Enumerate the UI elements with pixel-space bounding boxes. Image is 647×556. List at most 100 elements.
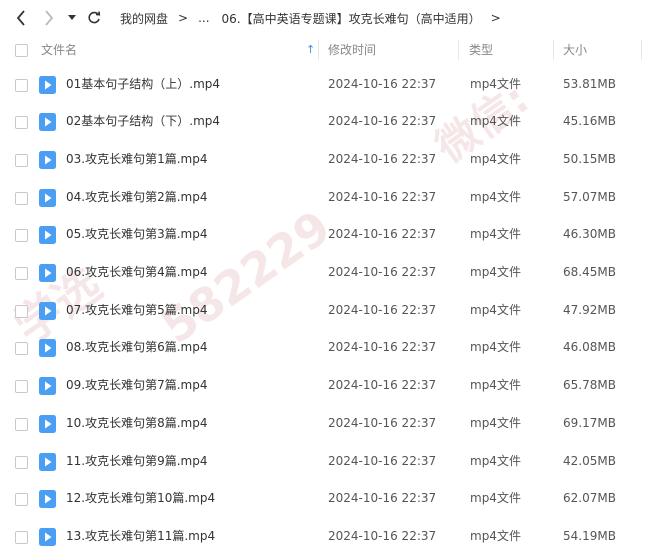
file-row[interactable]: 12.攻克长难句第10篇.mp4 2024-10-16 22:37 mp4文件 62.… (0, 480, 647, 518)
video-file-icon (39, 188, 56, 207)
file-name[interactable]: 03.攻克长难句第1篇.mp4 (66, 141, 207, 179)
file-row[interactable]: 11.攻克长难句第9篇.mp4 2024-10-16 22:37 mp4文件 42.0… (0, 443, 647, 481)
column-divider[interactable] (318, 40, 319, 60)
file-modified: 2024-10-16 22:37 (328, 189, 437, 204)
file-size: 47.92MB (563, 302, 616, 317)
file-name[interactable]: 02基本句子结构（下）.mp4 (66, 103, 220, 141)
file-checkbox[interactable] (15, 153, 28, 167)
caret-down-icon (68, 15, 76, 20)
file-size: 62.07MB (563, 491, 616, 506)
file-name[interactable]: 05.攻克长难句第3篇.mp4 (66, 216, 207, 254)
chevron-right-icon (45, 10, 54, 26)
file-type: mp4文件 (470, 378, 521, 393)
file-type: mp4文件 (470, 453, 521, 468)
file-size: 65.78MB (563, 378, 616, 393)
breadcrumb: 我的网盘 > ... 06.【高中英语专题课】攻克长难句（高中适用） > (120, 0, 511, 36)
file-type: mp4文件 (470, 415, 521, 430)
column-divider[interactable] (641, 40, 642, 60)
back-button[interactable] (12, 8, 30, 28)
file-size: 45.16MB (563, 114, 616, 129)
file-checkbox[interactable] (15, 417, 28, 431)
file-row[interactable]: 10.攻克长难句第8篇.mp4 2024-10-16 22:37 mp4文件 69.1… (0, 405, 647, 443)
file-name[interactable]: 09.攻克长难句第7篇.mp4 (66, 367, 207, 405)
file-modified: 2024-10-16 22:37 (328, 227, 437, 242)
file-checkbox[interactable] (15, 78, 28, 92)
file-checkbox[interactable] (15, 493, 28, 507)
file-name[interactable]: 06.攻克长难句第4篇.mp4 (66, 254, 207, 292)
breadcrumb-current[interactable]: 06.【高中英语专题课】攻克长难句（高中适用） (222, 10, 481, 27)
file-modified: 2024-10-16 22:37 (328, 76, 437, 91)
file-checkbox[interactable] (15, 342, 28, 356)
column-name[interactable]: 文件名 (41, 36, 77, 64)
file-checkbox[interactable] (15, 116, 28, 130)
column-size[interactable]: 大小 (563, 36, 587, 64)
file-modified: 2024-10-16 22:37 (328, 265, 437, 279)
file-modified: 2024-10-16 22:37 (328, 114, 437, 129)
file-checkbox[interactable] (15, 229, 28, 243)
file-row[interactable]: 03.攻克长难句第1篇.mp4 2024-10-16 22:37 mp4文件 50.1… (0, 141, 647, 179)
video-file-icon (39, 452, 56, 471)
file-size: 50.15MB (563, 151, 616, 166)
file-type: mp4文件 (470, 491, 521, 506)
file-row[interactable]: 04.攻克长难句第2篇.mp4 2024-10-16 22:37 mp4文件 57.0… (0, 179, 647, 217)
video-file-icon (39, 414, 56, 433)
file-size: 53.81MB (563, 76, 616, 91)
file-modified: 2024-10-16 22:37 (328, 340, 437, 355)
refresh-button[interactable] (86, 8, 102, 28)
file-row[interactable]: 01基本句子结构（上）.mp4 2024-10-16 22:37 mp4文件 53.8… (0, 66, 647, 104)
file-type: mp4文件 (470, 114, 521, 129)
file-row[interactable]: 07.攻克长难句第5篇.mp4 2024-10-16 22:37 mp4文件 47.9… (0, 292, 647, 330)
file-checkbox[interactable] (15, 380, 28, 394)
file-modified: 2024-10-16 22:37 (328, 415, 437, 430)
file-name[interactable]: 04.攻克长难句第2篇.mp4 (66, 179, 207, 217)
file-type: mp4文件 (470, 340, 521, 355)
file-name[interactable]: 12.攻克长难句第10篇.mp4 (66, 480, 215, 518)
file-checkbox[interactable] (15, 530, 28, 544)
file-size: 46.30MB (563, 227, 616, 242)
column-type[interactable]: 类型 (469, 36, 493, 64)
file-size: 57.07MB (563, 189, 616, 204)
file-checkbox[interactable] (15, 455, 28, 469)
video-file-icon (39, 377, 56, 396)
breadcrumb-root[interactable]: 我的网盘 (120, 10, 168, 27)
file-checkbox[interactable] (15, 304, 28, 318)
history-dropdown[interactable] (66, 8, 78, 28)
file-type: mp4文件 (470, 76, 521, 91)
file-row[interactable]: 09.攻克长难句第7篇.mp4 2024-10-16 22:37 mp4文件 65.7… (0, 367, 647, 405)
video-file-icon (39, 339, 56, 358)
column-divider[interactable] (458, 40, 459, 60)
file-modified: 2024-10-16 22:37 (328, 302, 437, 317)
file-checkbox[interactable] (15, 191, 28, 205)
video-file-icon (39, 226, 56, 245)
video-file-icon (39, 301, 56, 320)
file-name[interactable]: 10.攻克长难句第8篇.mp4 (66, 405, 207, 443)
column-modified[interactable]: 修改时间 (328, 36, 376, 64)
breadcrumb-separator-end[interactable]: > (491, 11, 501, 25)
file-name[interactable]: 07.攻克长难句第5篇.mp4 (66, 292, 207, 330)
video-file-icon (39, 264, 56, 282)
video-file-icon (39, 490, 56, 509)
file-row[interactable]: 02基本句子结构（下）.mp4 2024-10-16 22:37 mp4文件 45.1… (0, 103, 647, 141)
video-file-icon (39, 75, 56, 94)
file-size: 46.08MB (563, 340, 616, 355)
column-divider[interactable] (553, 40, 554, 60)
navigation-bar: 我的网盘 > ... 06.【高中英语专题课】攻克长难句（高中适用） > (0, 0, 647, 36)
file-name[interactable]: 11.攻克长难句第9篇.mp4 (66, 443, 207, 481)
forward-button[interactable] (40, 8, 58, 28)
chevron-left-icon (16, 10, 25, 26)
file-row[interactable]: 08.攻克长难句第6篇.mp4 2024-10-16 22:37 mp4文件 46.0… (0, 329, 647, 367)
file-modified: 2024-10-16 22:37 (328, 378, 437, 393)
file-size: 69.17MB (563, 415, 616, 430)
file-name[interactable]: 01基本句子结构（上）.mp4 (66, 66, 220, 104)
file-modified: 2024-10-16 22:37 (328, 491, 437, 506)
file-row[interactable]: 05.攻克长难句第3篇.mp4 2024-10-16 22:37 mp4文件 46.3… (0, 216, 647, 254)
file-modified: 2024-10-16 22:37 (328, 151, 437, 166)
breadcrumb-ellipsis[interactable]: ... (198, 11, 209, 25)
file-checkbox[interactable] (15, 267, 28, 280)
sort-ascending-icon[interactable]: ↑ (306, 36, 315, 64)
select-all-checkbox[interactable] (15, 44, 28, 57)
file-type: mp4文件 (470, 189, 521, 204)
file-name[interactable]: 08.攻克长难句第6篇.mp4 (66, 329, 207, 367)
file-modified: 2024-10-16 22:37 (328, 453, 437, 468)
file-row[interactable]: 06.攻克长难句第4篇.mp4 2024-10-16 22:37 mp4文件 68.4… (0, 254, 647, 292)
